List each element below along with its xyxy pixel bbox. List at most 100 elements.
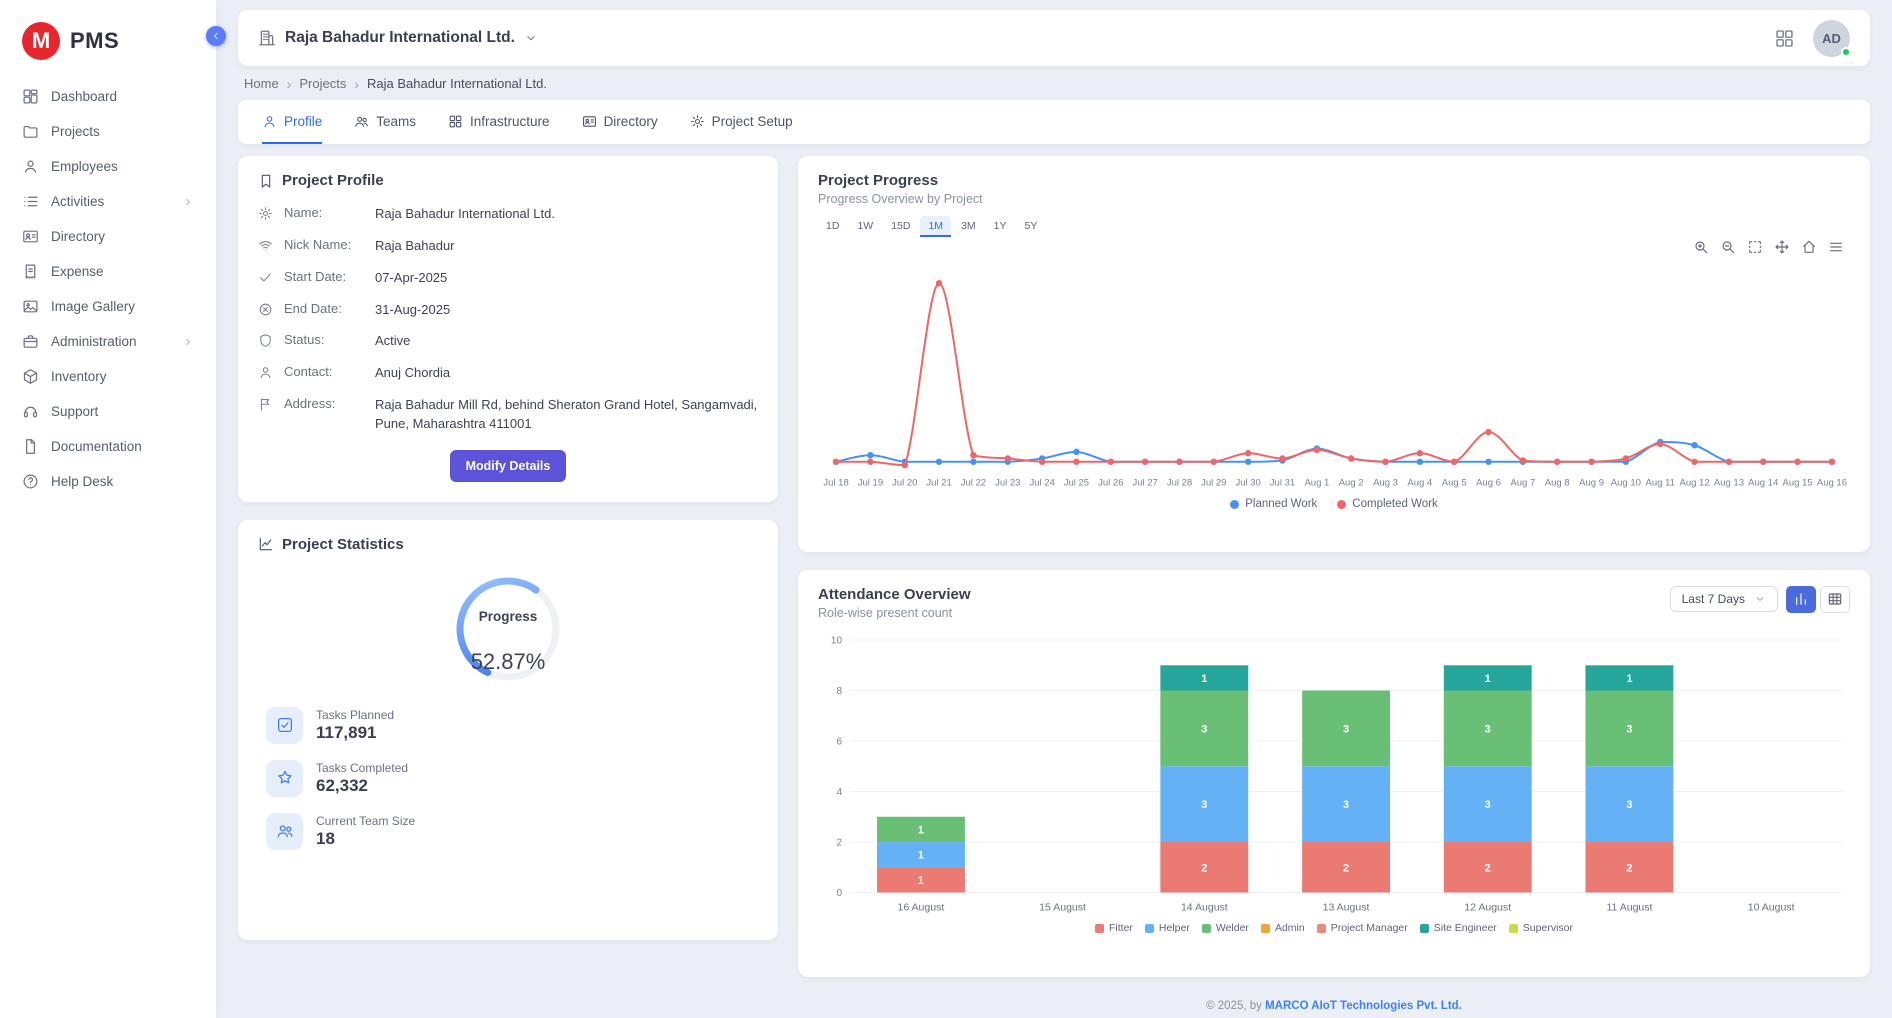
svg-text:1: 1 <box>918 849 924 861</box>
sidebar-item-directory[interactable]: Directory <box>10 220 206 253</box>
legend-supervisor[interactable]: Supervisor <box>1509 922 1573 934</box>
legend-fitter[interactable]: Fitter <box>1095 922 1133 934</box>
field-value: Active <box>375 332 758 351</box>
sidebar-item-expense[interactable]: Expense <box>10 255 206 288</box>
modify-details-button[interactable]: Modify Details <box>450 450 567 482</box>
attendance-overview-card: Attendance Overview Role-wise present co… <box>798 570 1870 977</box>
image-icon <box>22 298 39 315</box>
profile-field-contact: Contact:Anuj Chordia <box>258 364 758 383</box>
sidebar-item-activities[interactable]: Activities <box>10 185 206 218</box>
zoom-out-icon[interactable] <box>1720 239 1736 255</box>
user-menu[interactable]: AD <box>1813 20 1850 57</box>
content: Project Profile Name:Raja Bahadur Intern… <box>238 156 1870 1018</box>
progress-card-title: Project Progress <box>818 172 1850 189</box>
stat-value: 18 <box>316 829 415 849</box>
legend-welder[interactable]: Welder <box>1202 922 1249 934</box>
range-select[interactable]: Last 7 Days <box>1670 586 1778 612</box>
chevron-down-icon <box>524 31 538 45</box>
sidebar-item-documentation[interactable]: Documentation <box>10 430 206 463</box>
attendance-bar-chart[interactable]: 024681016 August11115 August14 August233… <box>818 626 1850 919</box>
stat-tasks-completed: Tasks Completed62,332 <box>266 760 758 797</box>
box-select-icon[interactable] <box>1747 239 1763 255</box>
svg-text:Aug 6: Aug 6 <box>1476 477 1501 488</box>
range-button-1y[interactable]: 1Y <box>986 216 1015 237</box>
profile-card-title: Project Profile <box>282 172 384 189</box>
field-value: 07-Apr-2025 <box>375 269 758 288</box>
sidebar-item-support[interactable]: Support <box>10 395 206 428</box>
sidebar-item-label: Activities <box>51 194 104 209</box>
sidebar-nav: DashboardProjects Employees Activities Dire… <box>0 76 216 502</box>
pan-icon[interactable] <box>1774 239 1790 255</box>
sidebar-item-label: Administration <box>51 334 137 349</box>
apps-grid-icon[interactable] <box>1774 28 1795 49</box>
stat-value: 62,332 <box>316 776 408 796</box>
legend-project-manager[interactable]: Project Manager <box>1317 922 1408 934</box>
dashboard-icon <box>22 88 39 105</box>
tab-directory[interactable]: Directory <box>582 100 658 144</box>
topbar: Raja Bahadur International Ltd. AD <box>238 10 1870 66</box>
footer-text: © 2025, by <box>1206 1000 1265 1012</box>
sidebar-item-dashboard[interactable]: Dashboard <box>10 80 206 113</box>
tab-profile[interactable]: Profile <box>262 100 322 144</box>
gauge-value: 52.87% <box>448 649 568 675</box>
attendance-controls: Last 7 Days <box>1670 586 1850 613</box>
tab-teams[interactable]: Teams <box>354 100 416 144</box>
chevron-left-icon <box>210 30 222 42</box>
range-button-1m[interactable]: 1M <box>920 216 951 237</box>
home-icon[interactable] <box>1801 239 1817 255</box>
project-progress-line-chart[interactable]: Jul 18Jul 19Jul 20Jul 21Jul 22Jul 23Jul … <box>818 254 1850 494</box>
tab-project-setup[interactable]: Project Setup <box>690 100 793 144</box>
attendance-card-title: Attendance Overview <box>818 586 971 603</box>
bar-chart-view-button[interactable] <box>1786 586 1816 613</box>
legend-planned-work[interactable]: Planned Work <box>1230 498 1317 510</box>
sidebar-collapse-button[interactable] <box>206 26 226 46</box>
profile-field-nick-name: Nick Name:Raja Bahadur <box>258 237 758 256</box>
sidebar-item-inventory[interactable]: Inventory <box>10 360 206 393</box>
svg-text:11 August: 11 August <box>1606 901 1652 913</box>
menu-icon[interactable] <box>1828 239 1844 255</box>
profile-field-name: Name:Raja Bahadur International Ltd. <box>258 205 758 224</box>
sidebar-item-label: Help Desk <box>51 474 113 489</box>
svg-text:Jul 31: Jul 31 <box>1270 477 1295 488</box>
tab-label: Teams <box>376 114 416 129</box>
range-button-1d[interactable]: 1D <box>818 216 847 237</box>
zoom-in-icon[interactable] <box>1693 239 1709 255</box>
svg-text:2: 2 <box>1626 862 1632 874</box>
profile-field-address: Address:Raja Bahadur Mill Rd, behind She… <box>258 396 758 434</box>
range-button-15d[interactable]: 15D <box>883 216 918 237</box>
tab-label: Project Setup <box>712 114 793 129</box>
svg-text:1: 1 <box>1485 673 1491 685</box>
sidebar-item-employees[interactable]: Employees <box>10 150 206 183</box>
stat-list: Tasks Planned117,891Tasks Completed62,33… <box>258 707 758 850</box>
sidebar-item-projects[interactable]: Projects <box>10 115 206 148</box>
sidebar-item-label: Employees <box>51 159 118 174</box>
breadcrumb-item[interactable]: Projects <box>299 76 346 91</box>
brand-logo: M PMS <box>0 0 216 76</box>
field-value: Raja Bahadur <box>375 237 758 256</box>
sidebar-item-image-gallery[interactable]: Image Gallery <box>10 290 206 323</box>
sidebar-item-label: Inventory <box>51 369 107 384</box>
range-button-1w[interactable]: 1W <box>849 216 881 237</box>
range-button-5y[interactable]: 5Y <box>1016 216 1045 237</box>
sidebar-item-administration[interactable]: Administration <box>10 325 206 358</box>
legend-completed-work[interactable]: Completed Work <box>1337 498 1437 510</box>
legend-helper[interactable]: Helper <box>1145 922 1190 934</box>
svg-text:1: 1 <box>1201 673 1207 685</box>
legend-site-engineer[interactable]: Site Engineer <box>1420 922 1497 934</box>
company-name: Raja Bahadur International Ltd. <box>285 29 515 47</box>
brand-logo-text: PMS <box>70 28 119 54</box>
legend-admin[interactable]: Admin <box>1261 922 1305 934</box>
svg-text:2: 2 <box>1485 862 1491 874</box>
table-view-button[interactable] <box>1820 586 1850 613</box>
person-icon <box>22 158 39 175</box>
svg-text:Jul 30: Jul 30 <box>1235 477 1260 488</box>
svg-text:Aug 8: Aug 8 <box>1545 477 1570 488</box>
footer-link[interactable]: MARCO AIoT Technologies Pvt. Ltd. <box>1265 1000 1462 1012</box>
sidebar-item-help-desk[interactable]: Help Desk <box>10 465 206 498</box>
svg-text:3: 3 <box>1343 723 1349 735</box>
breadcrumb-item[interactable]: Home <box>244 76 279 91</box>
tab-infrastructure[interactable]: Infrastructure <box>448 100 550 144</box>
range-button-3m[interactable]: 3M <box>953 216 984 237</box>
company-selector[interactable]: Raja Bahadur International Ltd. <box>258 29 538 47</box>
sidebar-item-label: Expense <box>51 264 104 279</box>
